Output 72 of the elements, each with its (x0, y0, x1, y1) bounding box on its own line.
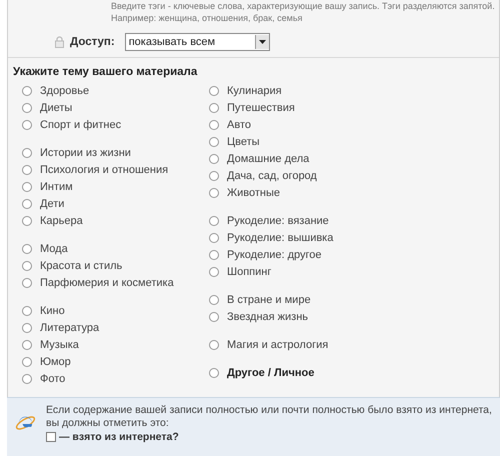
radio-option[interactable]: Дети (22, 195, 209, 212)
radio-option[interactable]: Парфюмерия и косметика (22, 274, 209, 291)
radio-button[interactable] (209, 86, 219, 96)
radio-button[interactable] (22, 340, 32, 350)
radio-option[interactable]: Рукоделие: вышивка (209, 229, 499, 246)
radio-button[interactable] (22, 374, 32, 384)
radio-button[interactable] (209, 312, 219, 322)
radio-button[interactable] (209, 120, 219, 130)
radio-option[interactable]: Шоппинг (209, 263, 499, 280)
access-select[interactable]: показывать всем (124, 33, 270, 51)
hint-text: Например: женщина, отношения, брак, семья (111, 12, 304, 24)
radio-option[interactable]: Звездная жизнь (209, 308, 499, 325)
radio-option[interactable]: Животные (209, 184, 499, 201)
radio-button[interactable] (209, 340, 219, 350)
radio-option[interactable]: Дача, сад, огород (209, 167, 499, 184)
radio-button[interactable] (209, 294, 219, 304)
radio-button[interactable] (22, 244, 32, 254)
radio-button[interactable] (209, 368, 219, 378)
radio-button[interactable] (22, 198, 32, 208)
radio-button[interactable] (209, 250, 219, 260)
radio-button[interactable] (22, 164, 32, 174)
access-label: Доступ: (70, 36, 115, 48)
radio-option[interactable]: Другое / Личное (209, 364, 499, 381)
radio-option[interactable]: Путешествия (209, 99, 499, 116)
radio-button[interactable] (209, 102, 219, 112)
radio-button[interactable] (22, 148, 32, 158)
radio-option[interactable]: Фото (22, 370, 209, 387)
dropdown-arrow-icon (258, 40, 266, 44)
radio-button[interactable] (209, 266, 219, 276)
radio-button[interactable] (22, 306, 32, 316)
radio-button[interactable] (209, 232, 219, 242)
radio-option[interactable]: Музыка (22, 336, 209, 353)
radio-option[interactable]: Рукоделие: вязание (209, 212, 499, 229)
radio-option[interactable]: Авто (209, 116, 499, 133)
checkbox[interactable] (46, 432, 56, 442)
radio-button[interactable] (22, 216, 32, 226)
radio-option[interactable]: Кулинария (209, 82, 499, 99)
section-heading: Укажите тему вашего материала (12, 65, 198, 78)
radio-option[interactable]: Диеты (22, 99, 209, 116)
radio-button[interactable] (209, 216, 219, 226)
radio-option[interactable]: Магия и астрология (209, 336, 499, 353)
radio-option[interactable]: Домашние дела (209, 150, 499, 167)
radio-button[interactable] (22, 120, 32, 130)
radio-option[interactable]: В стране и мире (209, 291, 499, 308)
radio-button[interactable] (22, 102, 32, 112)
hint-text: Введите тэги - ключевые слова, характеризующие вашу запись. Тэги разделяются запятой. (111, 0, 496, 12)
radio-button[interactable] (22, 86, 32, 96)
radio-option[interactable]: Кино (22, 302, 209, 319)
radio-option[interactable]: Карьера (22, 212, 209, 229)
radio-button[interactable] (209, 188, 219, 198)
radio-option[interactable]: Психология и отношения (22, 161, 209, 178)
radio-button[interactable] (209, 170, 219, 180)
radio-option[interactable]: Истории из жизни (22, 144, 209, 161)
radio-option[interactable]: Спорт и фитнес (22, 116, 209, 133)
radio-option[interactable]: Цветы (209, 133, 499, 150)
radio-button[interactable] (209, 136, 219, 146)
radio-option[interactable]: Мода (22, 240, 209, 257)
radio-option[interactable]: Красота и стиль (22, 257, 209, 274)
radio-option[interactable]: Литература (22, 319, 209, 336)
radio-option[interactable]: Интим (22, 178, 209, 195)
notice-text: Если содержание вашей записи полностью или почти полностью было взято из интернета, вы должны отметить это: (46, 404, 493, 430)
radio-button[interactable] (22, 322, 32, 332)
radio-button[interactable] (22, 278, 32, 288)
radio-option[interactable]: Здоровье (22, 82, 209, 99)
radio-button[interactable] (209, 154, 219, 164)
lock-icon (55, 36, 64, 48)
radio-option[interactable]: Рукоделие: другое (209, 246, 499, 263)
radio-button[interactable] (22, 356, 32, 366)
radio-button[interactable] (22, 260, 32, 270)
radio-option[interactable]: Юмор (22, 353, 209, 370)
radio-button[interactable] (22, 182, 32, 192)
copied-checkbox-option[interactable]: — взято из интернета? (46, 431, 496, 443)
